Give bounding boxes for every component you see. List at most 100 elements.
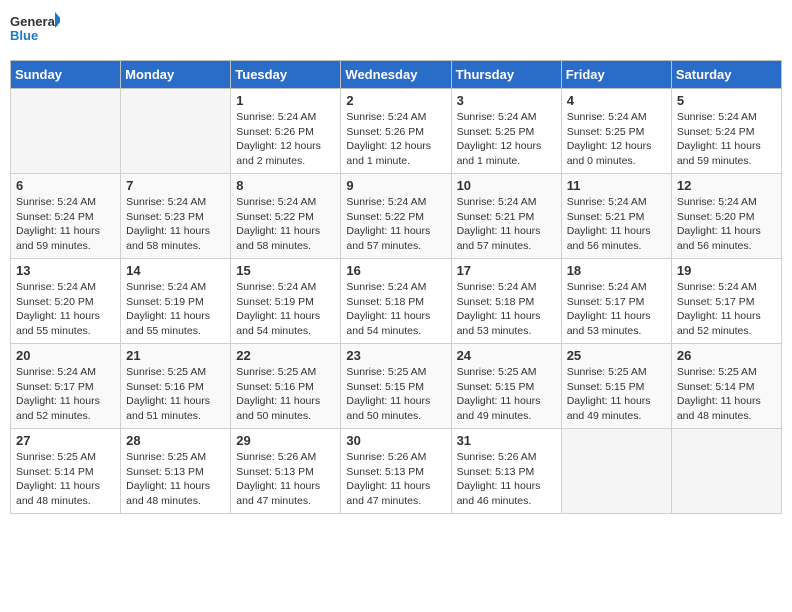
day-info: Sunrise: 5:24 AM Sunset: 5:22 PM Dayligh… (236, 195, 335, 254)
calendar-cell: 12Sunrise: 5:24 AM Sunset: 5:20 PM Dayli… (671, 174, 781, 259)
calendar-cell: 10 Sunrise: 5:24 AM Sunset: 5:21 PM Dayli… (451, 174, 561, 259)
day-number: 6 (16, 178, 115, 193)
day-info: Sunrise: 5:26 AM Sunset: 5:13 PM Dayligh… (457, 450, 556, 509)
calendar-cell: 15 Sunrise: 5:24 AM Sunset: 5:19 PM Dayli… (231, 259, 341, 344)
day-number: 8 (236, 178, 335, 193)
logo-svg: General Blue (10, 10, 60, 52)
calendar-cell (561, 429, 671, 514)
calendar-cell: 28Sunrise: 5:25 AM Sunset: 5:13 PM Dayli… (121, 429, 231, 514)
calendar-cell: 9Sunrise: 5:24 AM Sunset: 5:22 PM Daylig… (341, 174, 451, 259)
day-number: 1 (236, 93, 335, 108)
day-number: 18 (567, 263, 666, 278)
calendar-cell: 31Sunrise: 5:26 AM Sunset: 5:13 PM Dayli… (451, 429, 561, 514)
day-number: 15 (236, 263, 335, 278)
day-info: Sunrise: 5:24 AM Sunset: 5:19 PM Dayligh… (126, 280, 225, 339)
day-number: 25 (567, 348, 666, 363)
calendar-week-2: 6 Sunrise: 5:24 AM Sunset: 5:24 PM Daylig… (11, 174, 782, 259)
calendar-cell: 16 Sunrise: 5:24 AM Sunset: 5:18 PM Dayli… (341, 259, 451, 344)
day-info: Sunrise: 5:24 AM Sunset: 5:21 PM Dayligh… (457, 195, 556, 254)
calendar-cell: 3Sunrise: 5:24 AM Sunset: 5:25 PM Daylig… (451, 89, 561, 174)
day-info: Sunrise: 5:24 AM Sunset: 5:22 PM Dayligh… (346, 195, 445, 254)
day-number: 2 (346, 93, 445, 108)
day-info: Sunrise: 5:24 AM Sunset: 5:24 PM Dayligh… (677, 110, 776, 169)
calendar-cell: 6 Sunrise: 5:24 AM Sunset: 5:24 PM Daylig… (11, 174, 121, 259)
day-info: Sunrise: 5:24 AM Sunset: 5:25 PM Dayligh… (567, 110, 666, 169)
calendar-cell: 21 Sunrise: 5:25 AM Sunset: 5:16 PM Dayli… (121, 344, 231, 429)
day-number: 30 (346, 433, 445, 448)
calendar-cell: 25Sunrise: 5:25 AM Sunset: 5:15 PM Dayli… (561, 344, 671, 429)
calendar-week-1: 1 Sunrise: 5:24 AM Sunset: 5:26 PM Daylig… (11, 89, 782, 174)
day-number: 10 (457, 178, 556, 193)
calendar-cell: 18 Sunrise: 5:24 AM Sunset: 5:17 PM Dayli… (561, 259, 671, 344)
day-number: 23 (346, 348, 445, 363)
calendar-cell (121, 89, 231, 174)
calendar-cell: 13Sunrise: 5:24 AM Sunset: 5:20 PM Dayli… (11, 259, 121, 344)
svg-text:General: General (10, 14, 58, 29)
day-info: Sunrise: 5:24 AM Sunset: 5:19 PM Dayligh… (236, 280, 335, 339)
day-info: Sunrise: 5:25 AM Sunset: 5:15 PM Dayligh… (457, 365, 556, 424)
day-number: 7 (126, 178, 225, 193)
day-number: 12 (677, 178, 776, 193)
calendar-cell: 2Sunrise: 5:24 AM Sunset: 5:26 PM Daylig… (341, 89, 451, 174)
day-info: Sunrise: 5:24 AM Sunset: 5:23 PM Dayligh… (126, 195, 225, 254)
day-info: Sunrise: 5:24 AM Sunset: 5:18 PM Dayligh… (457, 280, 556, 339)
day-number: 24 (457, 348, 556, 363)
calendar-week-3: 13Sunrise: 5:24 AM Sunset: 5:20 PM Dayli… (11, 259, 782, 344)
day-info: Sunrise: 5:24 AM Sunset: 5:26 PM Dayligh… (236, 110, 335, 169)
calendar-cell: 27 Sunrise: 5:25 AM Sunset: 5:14 PM Dayli… (11, 429, 121, 514)
svg-text:Blue: Blue (10, 28, 38, 43)
page-header: General Blue (10, 10, 782, 52)
day-number: 20 (16, 348, 115, 363)
calendar-cell: 19 Sunrise: 5:24 AM Sunset: 5:17 PM Dayli… (671, 259, 781, 344)
day-header-sunday: Sunday (11, 61, 121, 89)
day-info: Sunrise: 5:24 AM Sunset: 5:17 PM Dayligh… (677, 280, 776, 339)
day-header-monday: Monday (121, 61, 231, 89)
calendar-cell: 30 Sunrise: 5:26 AM Sunset: 5:13 PM Dayli… (341, 429, 451, 514)
day-info: Sunrise: 5:24 AM Sunset: 5:17 PM Dayligh… (16, 365, 115, 424)
day-number: 4 (567, 93, 666, 108)
day-header-wednesday: Wednesday (341, 61, 451, 89)
calendar-table: SundayMondayTuesdayWednesdayThursdayFrid… (10, 60, 782, 514)
day-number: 22 (236, 348, 335, 363)
day-info: Sunrise: 5:24 AM Sunset: 5:24 PM Dayligh… (16, 195, 115, 254)
day-info: Sunrise: 5:24 AM Sunset: 5:21 PM Dayligh… (567, 195, 666, 254)
calendar-cell: 22 Sunrise: 5:25 AM Sunset: 5:16 PM Dayli… (231, 344, 341, 429)
day-info: Sunrise: 5:24 AM Sunset: 5:17 PM Dayligh… (567, 280, 666, 339)
day-number: 28 (126, 433, 225, 448)
day-info: Sunrise: 5:25 AM Sunset: 5:16 PM Dayligh… (126, 365, 225, 424)
calendar-cell: 29 Sunrise: 5:26 AM Sunset: 5:13 PM Dayli… (231, 429, 341, 514)
day-number: 14 (126, 263, 225, 278)
day-header-thursday: Thursday (451, 61, 561, 89)
calendar-week-5: 27 Sunrise: 5:25 AM Sunset: 5:14 PM Dayli… (11, 429, 782, 514)
calendar-body: 1 Sunrise: 5:24 AM Sunset: 5:26 PM Daylig… (11, 89, 782, 514)
calendar-cell: 1 Sunrise: 5:24 AM Sunset: 5:26 PM Daylig… (231, 89, 341, 174)
day-header-friday: Friday (561, 61, 671, 89)
calendar-header-row: SundayMondayTuesdayWednesdayThursdayFrid… (11, 61, 782, 89)
calendar-cell: 23 Sunrise: 5:25 AM Sunset: 5:15 PM Dayli… (341, 344, 451, 429)
day-info: Sunrise: 5:24 AM Sunset: 5:18 PM Dayligh… (346, 280, 445, 339)
calendar-cell: 24 Sunrise: 5:25 AM Sunset: 5:15 PM Dayli… (451, 344, 561, 429)
day-number: 21 (126, 348, 225, 363)
logo: General Blue (10, 10, 60, 52)
day-number: 27 (16, 433, 115, 448)
calendar-cell: 17Sunrise: 5:24 AM Sunset: 5:18 PM Dayli… (451, 259, 561, 344)
day-number: 29 (236, 433, 335, 448)
day-number: 16 (346, 263, 445, 278)
day-number: 19 (677, 263, 776, 278)
calendar-cell: 5 Sunrise: 5:24 AM Sunset: 5:24 PM Daylig… (671, 89, 781, 174)
day-info: Sunrise: 5:26 AM Sunset: 5:13 PM Dayligh… (236, 450, 335, 509)
calendar-cell: 14 Sunrise: 5:24 AM Sunset: 5:19 PM Dayli… (121, 259, 231, 344)
day-number: 5 (677, 93, 776, 108)
day-number: 3 (457, 93, 556, 108)
calendar-cell: 4 Sunrise: 5:24 AM Sunset: 5:25 PM Daylig… (561, 89, 671, 174)
day-header-saturday: Saturday (671, 61, 781, 89)
calendar-cell: 7 Sunrise: 5:24 AM Sunset: 5:23 PM Daylig… (121, 174, 231, 259)
day-info: Sunrise: 5:25 AM Sunset: 5:15 PM Dayligh… (346, 365, 445, 424)
day-number: 13 (16, 263, 115, 278)
calendar-cell (671, 429, 781, 514)
day-info: Sunrise: 5:26 AM Sunset: 5:13 PM Dayligh… (346, 450, 445, 509)
calendar-cell: 11Sunrise: 5:24 AM Sunset: 5:21 PM Dayli… (561, 174, 671, 259)
day-info: Sunrise: 5:25 AM Sunset: 5:16 PM Dayligh… (236, 365, 335, 424)
day-info: Sunrise: 5:25 AM Sunset: 5:14 PM Dayligh… (16, 450, 115, 509)
calendar-cell: 20 Sunrise: 5:24 AM Sunset: 5:17 PM Dayli… (11, 344, 121, 429)
